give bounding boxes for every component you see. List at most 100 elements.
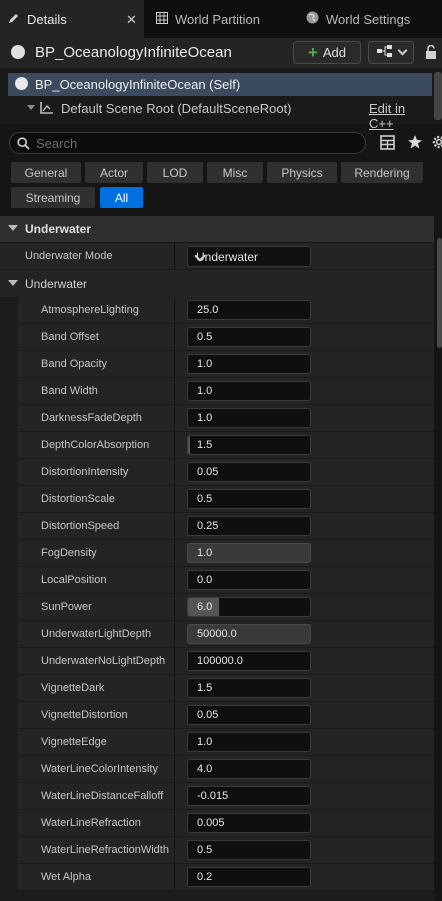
waterlinecolorintensity-input[interactable]: 4.0 (187, 759, 311, 779)
row-indent (0, 837, 18, 864)
subcategory-title: Underwater (25, 277, 88, 291)
localposition-input[interactable]: 0.0 (187, 570, 311, 590)
property-value: 1.0 (197, 547, 213, 559)
search-input[interactable]: Search (9, 132, 366, 154)
row-indent (0, 621, 18, 648)
property-value: 1.0 (197, 736, 213, 748)
add-component-button[interactable]: + Add (293, 41, 361, 64)
vignettedark-input[interactable]: 1.5 (187, 678, 311, 698)
tab-details[interactable]: Details ✕ (0, 0, 144, 38)
property-value: 0.05 (197, 466, 219, 478)
settings-gear-icon[interactable] (431, 134, 442, 153)
row-indent (0, 675, 18, 702)
row-indent (0, 297, 18, 324)
component-self-row[interactable]: BP_OceanologyInfiniteOcean (Self) (8, 73, 432, 96)
property-name: Band Opacity (41, 358, 108, 370)
property-row-depthcolorabsorption: DepthColorAbsorption 1.5 (0, 432, 434, 459)
edit-in-cpp-link[interactable]: Edit in C++ (369, 101, 432, 131)
property-name: UnderwaterNoLightDepth (41, 655, 166, 667)
property-row-band-offset: Band Offset 0.5 (0, 324, 434, 351)
sunpower-input[interactable]: 6.0 (187, 597, 311, 617)
column-divider (174, 243, 175, 270)
property-name: WaterLineDistanceFalloff (41, 790, 164, 802)
vignetteedge-input[interactable]: 1.0 (187, 732, 311, 752)
filter-all[interactable]: All (100, 187, 143, 208)
underwaterlightdepth-input[interactable]: 50000.0 (187, 624, 311, 644)
band-offset-input[interactable]: 0.5 (187, 327, 311, 347)
property-value: 0.0 (197, 574, 213, 586)
lock-icon[interactable] (425, 44, 437, 62)
property-value: 1.5 (197, 439, 213, 451)
column-divider (174, 864, 175, 891)
globe-icon (306, 11, 319, 27)
favorite-star-icon[interactable] (407, 134, 423, 153)
column-divider (174, 486, 175, 513)
row-indent (0, 702, 18, 729)
column-divider (174, 783, 175, 810)
column-divider (174, 702, 175, 729)
filter-lod[interactable]: LOD (147, 162, 203, 183)
components-tree: BP_OceanologyInfiniteOcean (Self) Defaul… (0, 68, 442, 131)
property-value: 0.5 (197, 331, 213, 343)
filter-physics[interactable]: Physics (267, 162, 337, 183)
property-row-sunpower: SunPower 6.0 (0, 594, 434, 621)
underwater-mode-dropdown[interactable]: Underwater (187, 246, 311, 267)
wet-alpha-input[interactable]: 0.2 (187, 867, 311, 887)
caret-down-icon (8, 225, 18, 231)
column-divider (174, 540, 175, 567)
distortionspeed-input[interactable]: 0.25 (187, 516, 311, 536)
subcategory-underwater[interactable]: Underwater (0, 270, 434, 298)
details-grid: Underwater Underwater Mode Underwater Un… (0, 216, 434, 901)
distortionintensity-input[interactable]: 0.05 (187, 462, 311, 482)
plus-icon: + (307, 42, 318, 62)
waterlinedistancefalloff-input[interactable]: -0.015 (187, 786, 311, 806)
band-opacity-input[interactable]: 1.0 (187, 354, 311, 374)
dropdown-value: Underwater (196, 250, 259, 264)
close-tab-icon[interactable]: ✕ (126, 12, 137, 28)
distortionscale-input[interactable]: 0.5 (187, 489, 311, 509)
property-row-waterlinecolorintensity: WaterLineColorIntensity 4.0 (0, 756, 434, 783)
row-indent (0, 459, 18, 486)
table-view-icon[interactable] (380, 135, 395, 153)
components-scrollbar[interactable] (434, 72, 442, 120)
property-name: Band Width (41, 385, 98, 397)
fogdensity-input[interactable]: 1.0 (187, 543, 311, 563)
column-divider (174, 459, 175, 486)
depthcolorabsorption-input[interactable]: 1.5 (187, 435, 311, 455)
property-row-distortionspeed: DistortionSpeed 0.25 (0, 513, 434, 540)
property-value: 50000.0 (197, 628, 237, 640)
band-width-input[interactable]: 1.0 (187, 381, 311, 401)
filter-actor[interactable]: Actor (85, 162, 143, 183)
waterlinerefractionwidth-input[interactable]: 0.5 (187, 840, 311, 860)
filter-rendering[interactable]: Rendering (341, 162, 423, 183)
filter-streaming[interactable]: Streaming (11, 187, 95, 208)
component-root-row[interactable]: Default Scene Root (DefaultSceneRoot) Ed… (8, 96, 432, 131)
row-indent (0, 729, 18, 756)
property-value: 1.0 (197, 412, 213, 424)
actor-sphere-icon (15, 77, 28, 90)
row-indent (0, 513, 18, 540)
details-scrollbar-thumb[interactable] (437, 238, 442, 348)
row-indent (0, 648, 18, 675)
row-indent (0, 378, 18, 405)
property-row-atmospherelighting: AtmosphereLighting 25.0 (0, 297, 434, 324)
property-row-waterlinerefractionwidth: WaterLineRefractionWidth 0.5 (0, 837, 434, 864)
blueprint-options-button[interactable] (368, 41, 414, 64)
tab-world-settings[interactable]: World Settings (298, 0, 442, 38)
atmospherelighting-input[interactable]: 25.0 (187, 300, 311, 320)
tab-world-partition[interactable]: World Partition (148, 0, 288, 38)
property-row-waterlinedistancefalloff: WaterLineDistanceFalloff -0.015 (0, 783, 434, 810)
row-indent (0, 486, 18, 513)
property-row-vignettedark: VignetteDark 1.5 (0, 675, 434, 702)
property-name: DepthColorAbsorption (41, 439, 150, 451)
darknessfadedepth-input[interactable]: 1.0 (187, 408, 311, 428)
filter-misc[interactable]: Misc (207, 162, 263, 183)
filter-general[interactable]: General (11, 162, 81, 183)
vignettedistortion-input[interactable]: 0.05 (187, 705, 311, 725)
waterlinerefraction-input[interactable]: 0.005 (187, 813, 311, 833)
underwaternolightdepth-input[interactable]: 100000.0 (187, 651, 311, 671)
property-row-underwater-mode: Underwater Mode Underwater (0, 243, 434, 270)
category-underwater[interactable]: Underwater (0, 216, 434, 243)
add-button-label: Add (322, 45, 347, 60)
property-value: 0.005 (197, 817, 225, 829)
